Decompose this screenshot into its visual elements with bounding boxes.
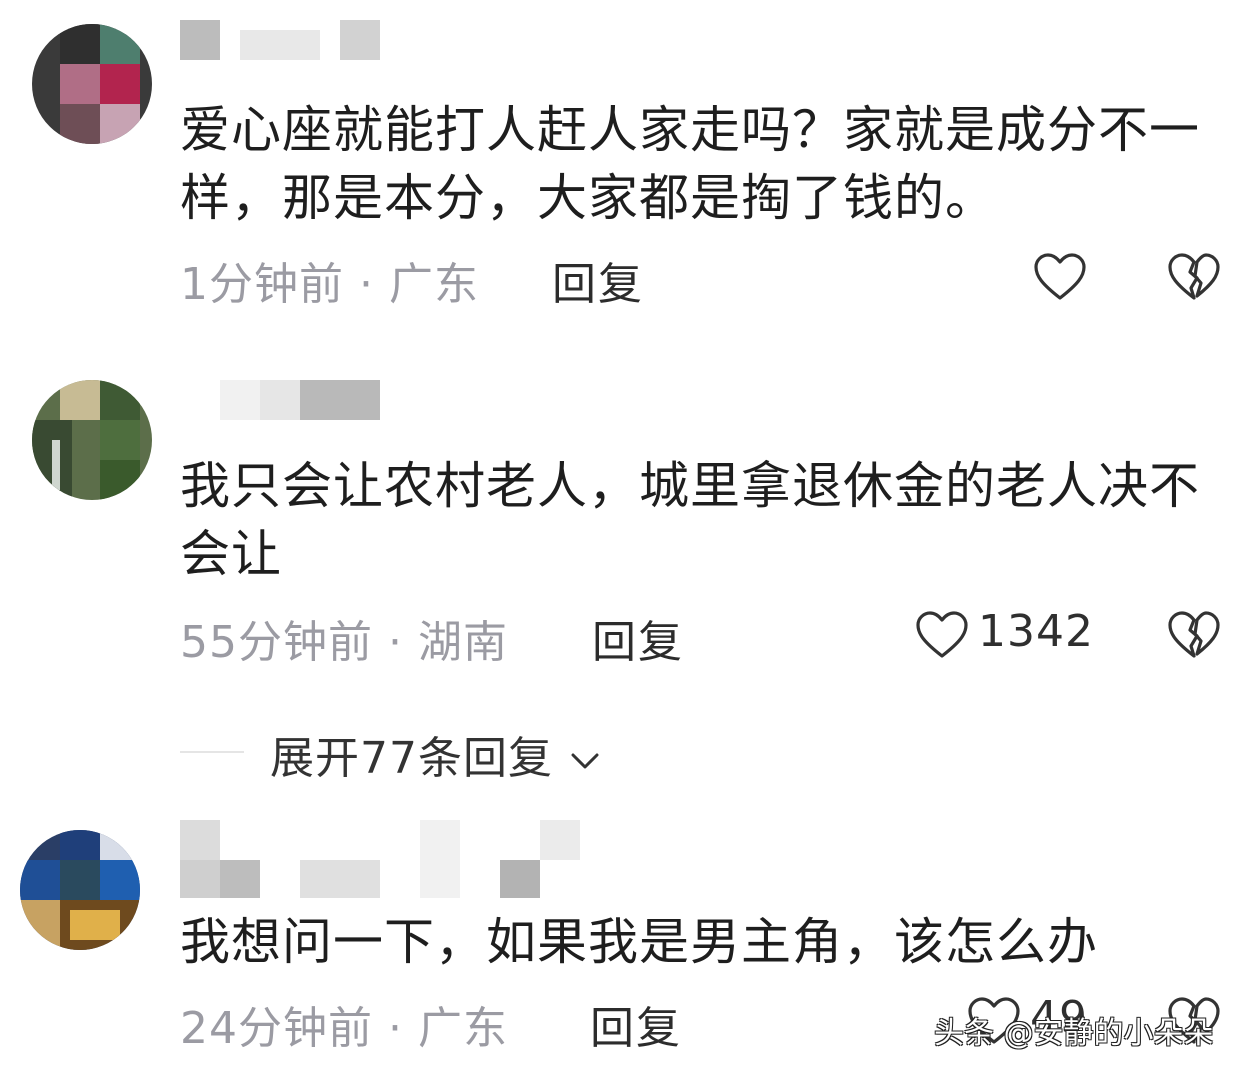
comment-time: 1分钟前 xyxy=(180,259,344,310)
comment-time: 55分钟前 xyxy=(180,617,373,668)
watermark: 头条 @安静的小朵朵 xyxy=(934,1016,1214,1051)
comment-location: 广东 xyxy=(418,1003,508,1054)
comment-text: 我只会让农村老人，城里拿退休金的老人决不会让 xyxy=(180,457,1200,583)
reply-button[interactable]: 回复 xyxy=(592,606,684,670)
comment-location: 广东 xyxy=(389,259,479,310)
comment-meta: 24分钟前 · 广东 xyxy=(180,992,508,1056)
broken-heart-icon[interactable] xyxy=(1166,608,1222,664)
chevron-down-icon xyxy=(571,753,599,769)
username-blurred[interactable] xyxy=(180,20,380,60)
meta-dot: · xyxy=(388,1003,403,1054)
comment-text: 我想问一下，如果我是男主角，该怎么办 xyxy=(180,913,1098,971)
comment-location: 湖南 xyxy=(418,617,508,668)
avatar[interactable] xyxy=(32,24,152,144)
heart-outline-icon[interactable] xyxy=(914,608,970,664)
avatar[interactable] xyxy=(20,830,140,950)
meta-dot: · xyxy=(359,259,374,310)
reply-button[interactable]: 回复 xyxy=(590,992,682,1056)
divider-line xyxy=(180,751,244,753)
expand-replies-label[interactable]: 展开77条回复 xyxy=(270,722,602,786)
comment-text: 爱心座就能打人赶人家走吗？家就是成分不一样，那是本分，大家都是掏了钱的。 xyxy=(180,101,1200,227)
username-blurred[interactable] xyxy=(220,380,380,420)
comment-time: 24分钟前 xyxy=(180,1003,373,1054)
comment-meta: 1分钟前 · 广东 xyxy=(180,248,479,312)
username-blurred[interactable] xyxy=(180,820,580,900)
avatar[interactable] xyxy=(32,380,152,500)
reply-button[interactable]: 回复 xyxy=(552,248,644,312)
meta-dot: · xyxy=(388,617,403,668)
broken-heart-icon[interactable] xyxy=(1166,250,1222,306)
heart-outline-icon[interactable] xyxy=(1032,250,1088,306)
comment-meta: 55分钟前 · 湖南 xyxy=(180,606,508,670)
like-count: 1342 xyxy=(978,606,1094,657)
